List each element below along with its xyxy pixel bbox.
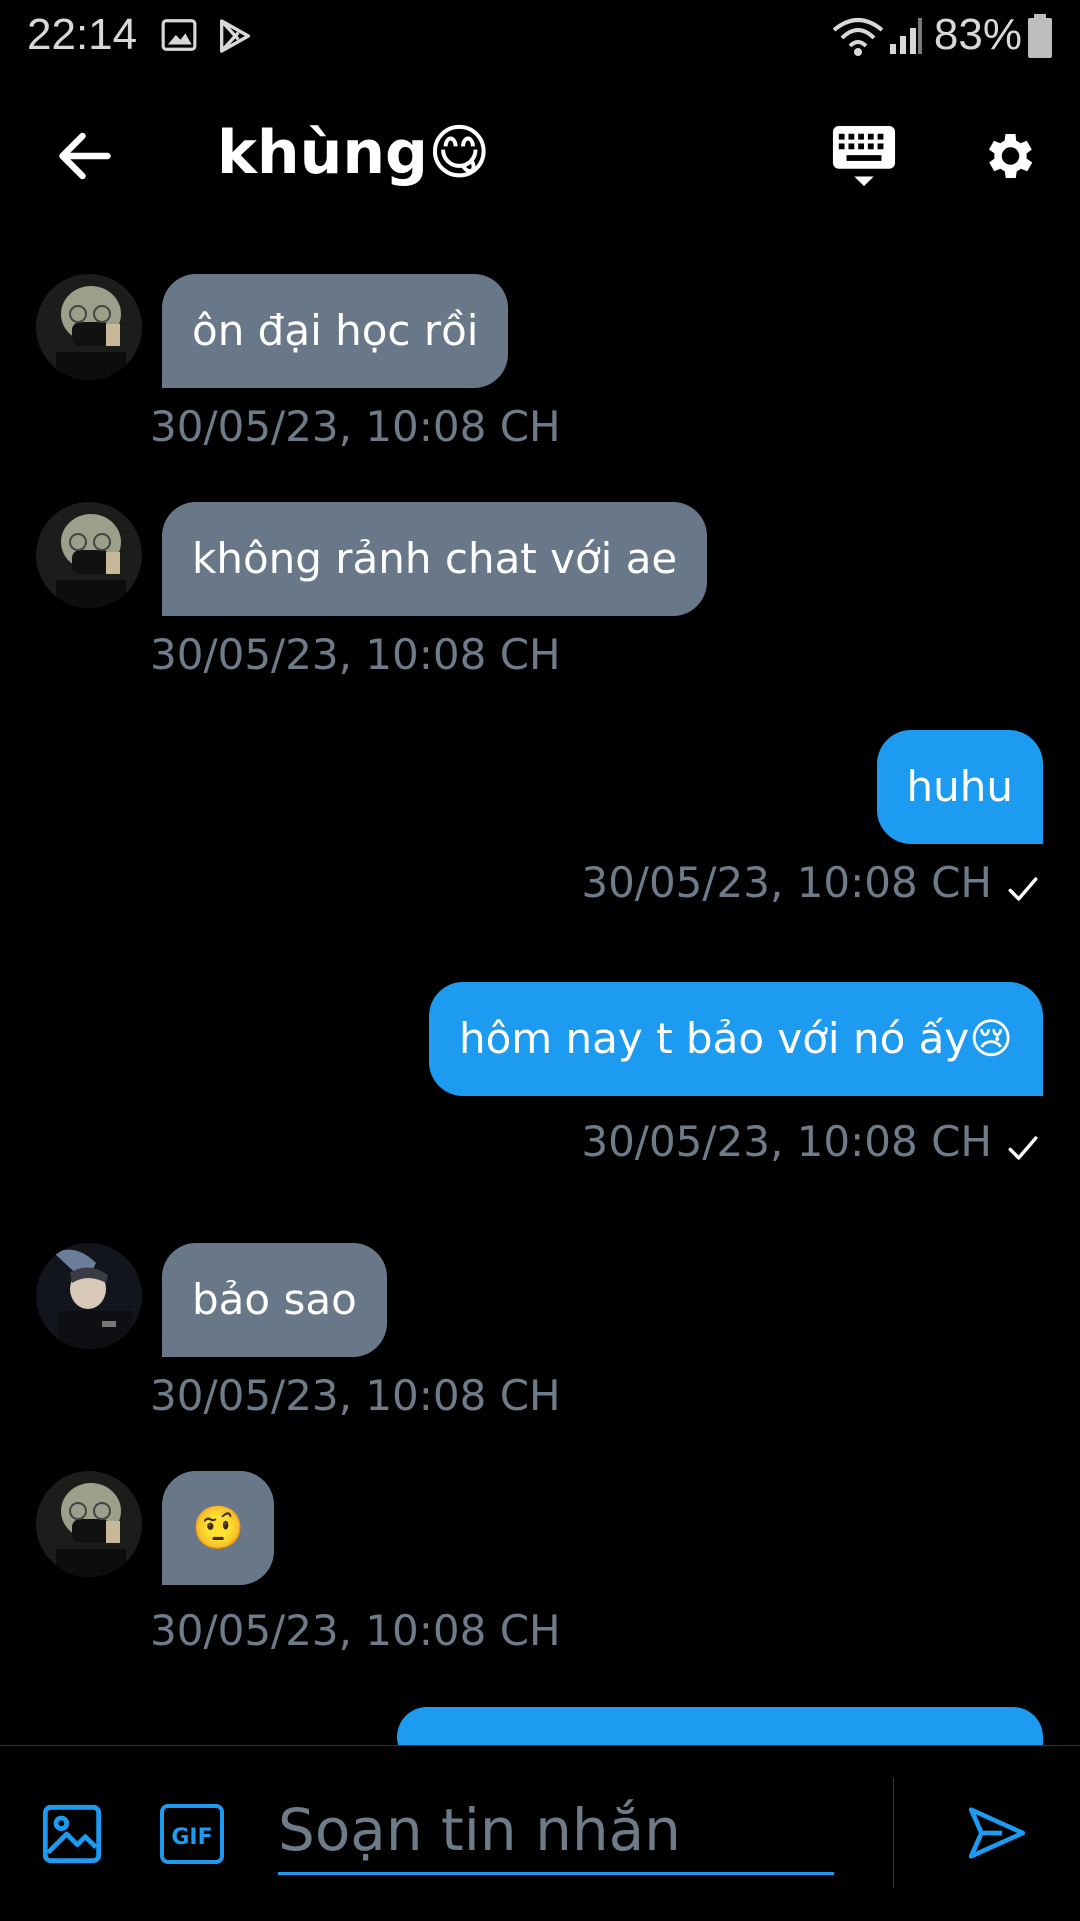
status-time: 22:14 xyxy=(27,10,138,59)
message-timestamp: 30/05/23, 10:08 CH xyxy=(150,1371,561,1420)
message-timestamp: 30/05/23, 10:08 CH xyxy=(150,1606,561,1655)
gear-icon[interactable] xyxy=(978,126,1038,186)
play-store-notification-icon xyxy=(220,19,250,53)
message-timestamp: 30/05/23, 10:08 CH xyxy=(150,402,561,451)
avatar[interactable] xyxy=(36,1471,142,1577)
message-bubble[interactable]: hôm nay t bảo với nó ấy😢 xyxy=(428,982,1043,1096)
avatar[interactable] xyxy=(36,1243,142,1349)
gif-label: GIF xyxy=(171,1825,212,1850)
send-icon[interactable] xyxy=(966,1802,1028,1864)
chat-header: khùng😋 xyxy=(0,100,1080,215)
check-icon xyxy=(1008,1136,1038,1160)
message-bubble[interactable] xyxy=(397,1707,1043,1745)
divider xyxy=(893,1778,894,1888)
avatar[interactable] xyxy=(36,274,142,380)
battery-icon xyxy=(1028,14,1052,58)
signal-icon xyxy=(890,18,922,54)
message-bubble[interactable]: bảo sao xyxy=(162,1243,387,1357)
message-timestamp: 30/05/23, 10:08 CH xyxy=(581,858,992,907)
message-bubble[interactable]: ôn đại học rồi xyxy=(162,274,509,388)
message-timestamp: 30/05/23, 10:08 CH xyxy=(150,630,561,679)
gif-icon: GIF xyxy=(160,1804,224,1864)
image-icon[interactable] xyxy=(40,1802,104,1866)
keyboard-icon[interactable] xyxy=(832,126,896,192)
message-input[interactable] xyxy=(278,1788,834,1875)
message-bubble[interactable]: 🤨 xyxy=(162,1471,275,1585)
message-bubble[interactable]: không rảnh chat với ae xyxy=(162,502,708,616)
chat-title: khùng😋 xyxy=(217,118,491,188)
gif-button[interactable]: GIF xyxy=(160,1804,224,1864)
battery-percent: 83% xyxy=(933,10,1022,59)
message-list[interactable]: ôn đại học rồi 30/05/23, 10:08 CH không … xyxy=(0,215,1080,1745)
compose-bar: GIF xyxy=(0,1745,1080,1921)
avatar[interactable] xyxy=(36,502,142,608)
gallery-notification-icon xyxy=(161,19,197,51)
message-timestamp: 30/05/23, 10:08 CH xyxy=(581,1117,992,1166)
message-bubble[interactable]: huhu xyxy=(876,730,1043,844)
back-arrow-icon[interactable] xyxy=(52,126,118,186)
wifi-icon xyxy=(832,18,884,56)
status-bar: 22:14 83% xyxy=(0,0,1080,72)
check-icon xyxy=(1008,877,1038,901)
